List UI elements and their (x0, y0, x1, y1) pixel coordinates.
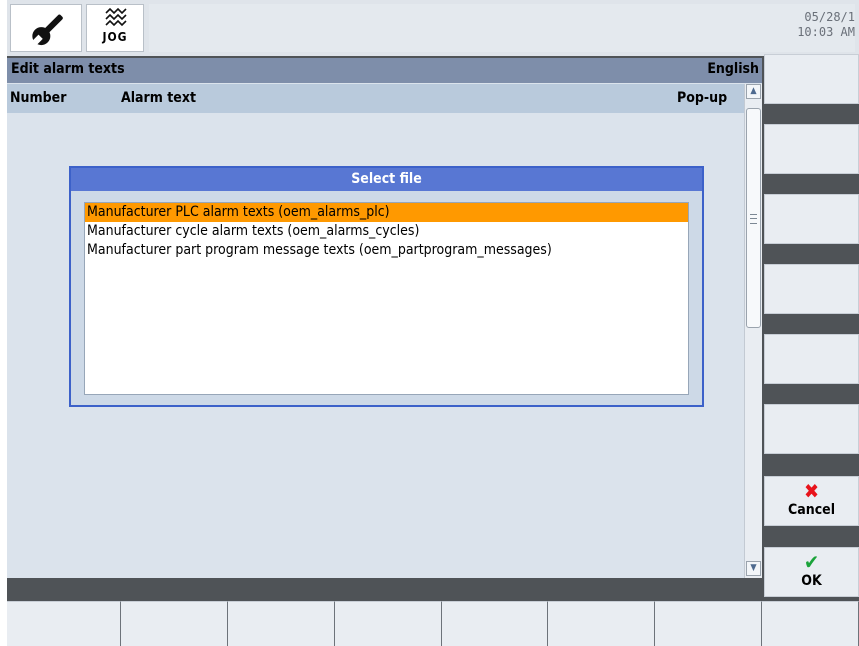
horizontal-softkey-7[interactable] (655, 601, 762, 646)
file-item-partprogram[interactable]: Manufacturer part program message texts … (85, 241, 688, 260)
dialog-title: Select file (71, 168, 702, 191)
settings-button[interactable] (10, 4, 82, 52)
wrench-icon (31, 14, 63, 46)
vertical-softkey-2[interactable] (764, 124, 859, 174)
horizontal-softkey-2[interactable] (121, 601, 228, 646)
table-header: Number Alarm text Pop-up (7, 84, 744, 113)
vertical-scrollbar[interactable]: ▲ ▼ (744, 84, 762, 578)
window-title-bar: Edit alarm texts English (7, 58, 762, 83)
header-info-area: 05/28/1 10:03 AM (149, 4, 855, 52)
scroll-thumb[interactable] (746, 108, 761, 328)
cancel-button[interactable]: ✖ Cancel (764, 476, 859, 526)
horizontal-softkey-4[interactable] (335, 601, 442, 646)
jog-mode-button[interactable]: JOG (86, 4, 144, 52)
column-popup: Pop-up (677, 90, 728, 106)
scroll-down-button[interactable]: ▼ (746, 561, 761, 576)
horizontal-softkey-1[interactable] (7, 601, 121, 646)
mode-label: JOG (102, 30, 128, 44)
file-item-cycles[interactable]: Manufacturer cycle alarm texts (oem_alar… (85, 222, 688, 241)
vertical-softkey-4[interactable] (764, 264, 859, 314)
hmi-screen: JOG 05/28/1 10:03 AM Edit alarm texts En… (7, 0, 859, 646)
file-item-plc[interactable]: Manufacturer PLC alarm texts (oem_alarms… (85, 203, 688, 222)
horizontal-softkey-5[interactable] (442, 601, 548, 646)
clock: 05/28/1 10:03 AM (785, 10, 855, 40)
column-number: Number (10, 90, 67, 106)
vertical-softkey-1[interactable] (764, 54, 859, 104)
main-area: Edit alarm texts English Number Alarm te… (7, 58, 762, 578)
chevron-down-icon: ▼ (750, 563, 757, 573)
vertical-softkey-6[interactable] (764, 404, 859, 454)
date-text: 05/28/1 (804, 10, 855, 24)
scroll-up-button[interactable]: ▲ (746, 84, 761, 99)
vertical-softkey-3[interactable] (764, 194, 859, 244)
horizontal-softkey-8[interactable] (762, 601, 859, 646)
column-alarm-text: Alarm text (121, 90, 196, 106)
status-strip (7, 578, 762, 600)
x-icon: ✖ (803, 479, 820, 503)
header-bar: JOG 05/28/1 10:03 AM (7, 0, 859, 56)
checkmark-icon: ✔ (803, 550, 820, 574)
jog-mode-icon (105, 7, 127, 27)
cancel-label: Cancel (787, 502, 836, 518)
select-file-dialog: Select file Manufacturer PLC alarm texts… (69, 166, 704, 407)
chevron-up-icon: ▲ (750, 86, 757, 96)
time-text: 10:03 AM (797, 25, 855, 39)
grip-icon (750, 214, 757, 224)
horizontal-softkey-6[interactable] (548, 601, 655, 646)
horizontal-softkey-3[interactable] (228, 601, 335, 646)
file-list[interactable]: Manufacturer PLC alarm texts (oem_alarms… (84, 202, 689, 395)
ok-button[interactable]: ✔ OK (764, 547, 859, 597)
window-title: Edit alarm texts (11, 61, 125, 77)
ok-label: OK (801, 573, 822, 589)
language-label: English (707, 61, 759, 77)
vertical-softkey-5[interactable] (764, 334, 859, 384)
